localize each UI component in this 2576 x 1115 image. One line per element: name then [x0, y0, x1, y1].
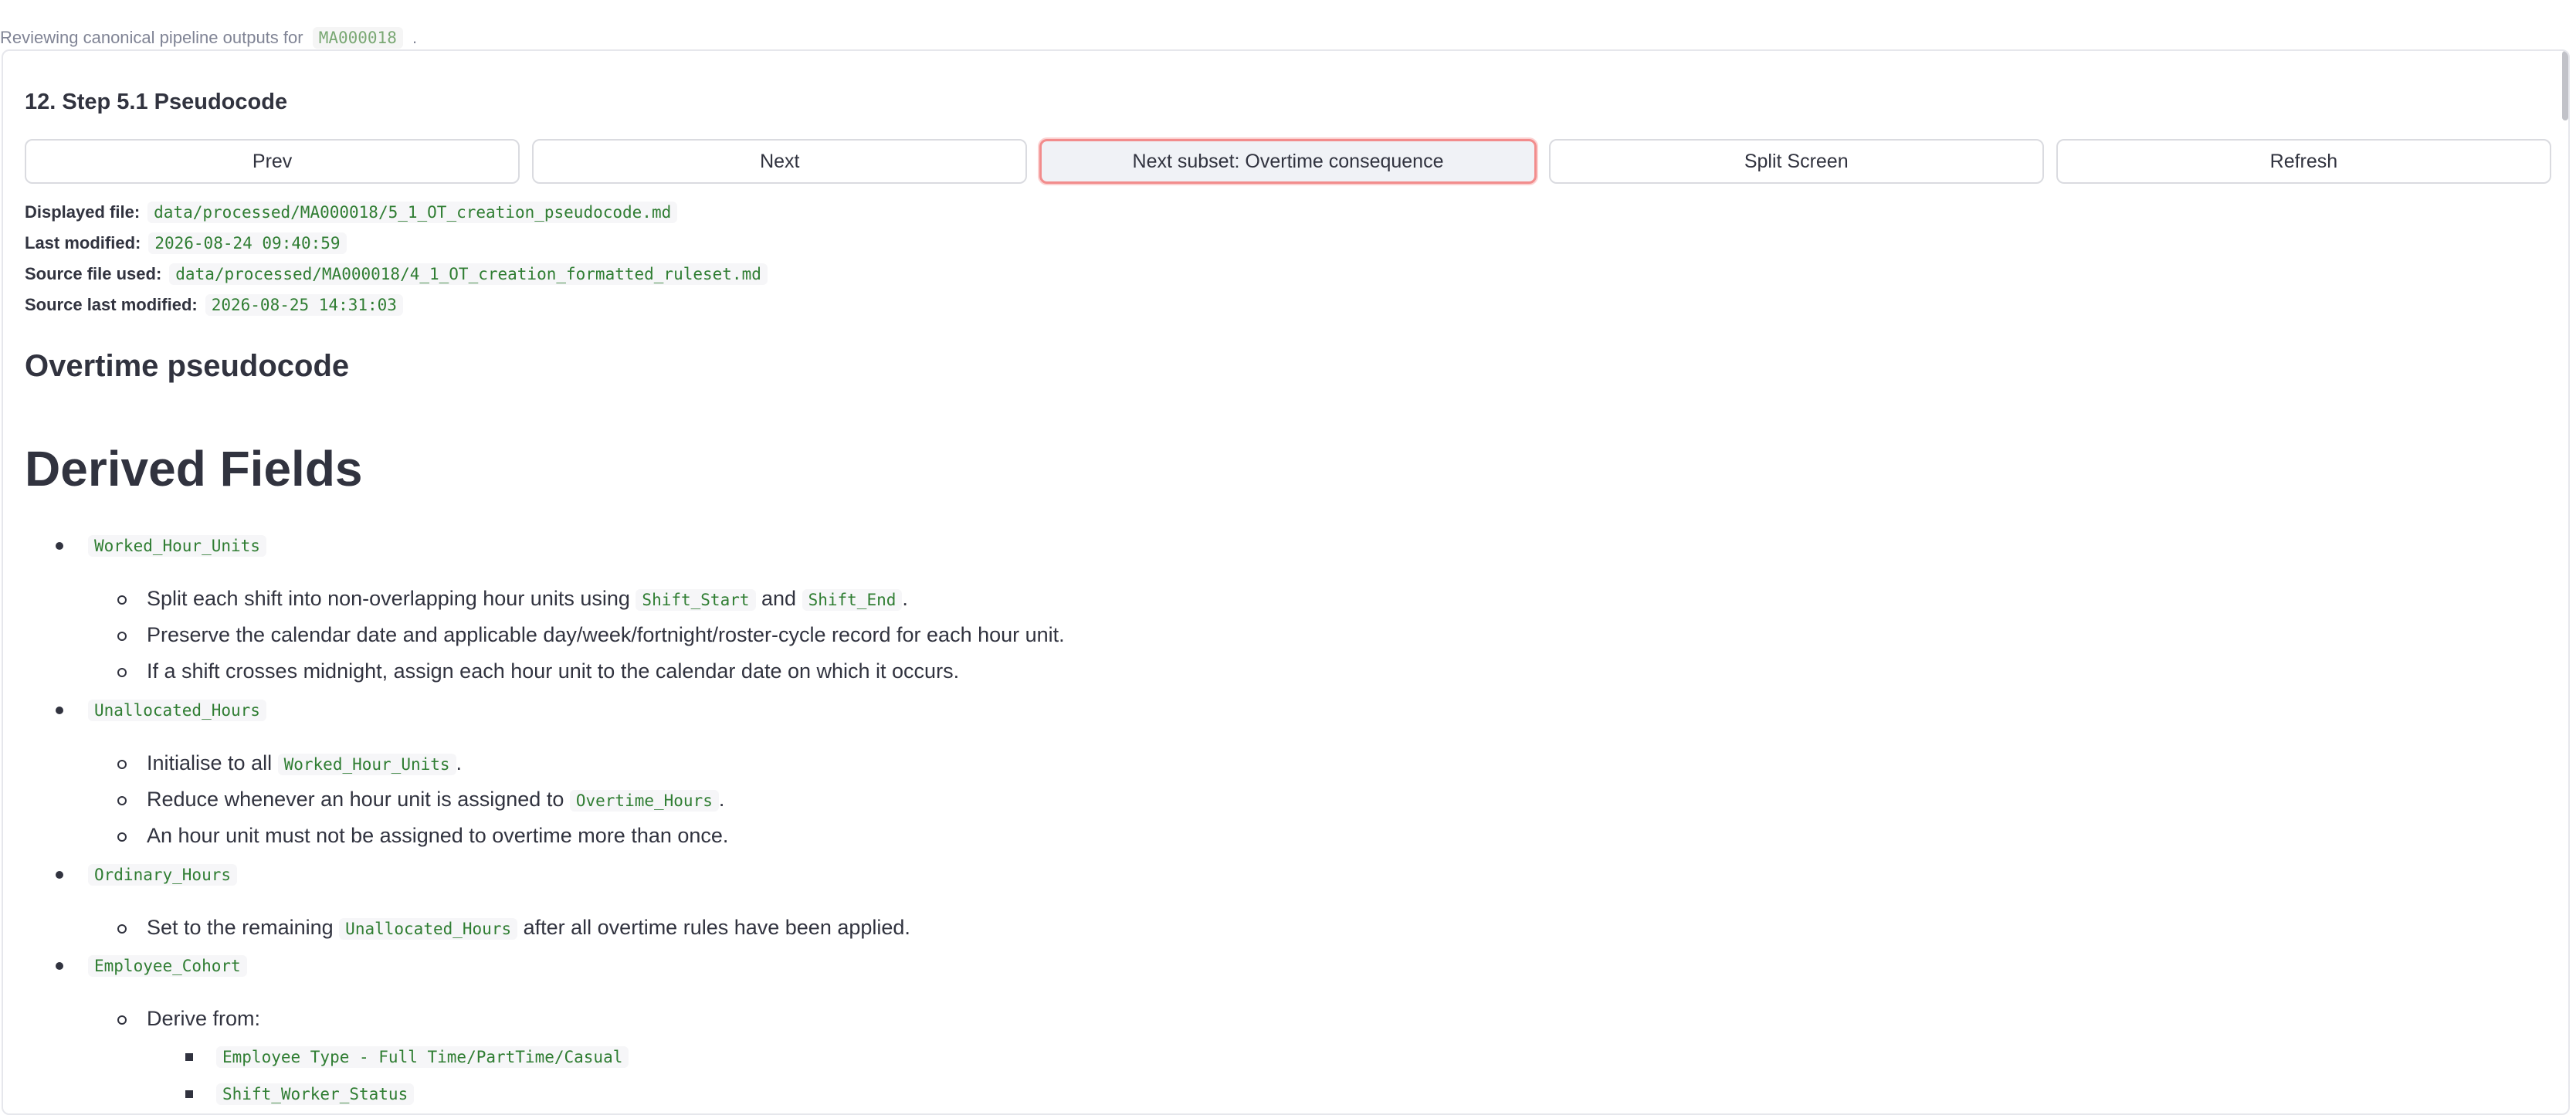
- list-item: Reduce whenever an hour unit is assigned…: [117, 788, 725, 812]
- step-panel: 12. Step 5.1 Pseudocode Prev Next Next s…: [2, 49, 2570, 1115]
- list-item-unallocated-hours: Unallocated_Hours: [56, 697, 266, 721]
- review-context-suffix: .: [412, 28, 418, 47]
- last-modified-label: Last modified:: [25, 233, 141, 252]
- last-modified-value: 2026-08-24 09:40:59: [148, 232, 347, 254]
- navigation-button-row: Prev Next Next subset: Overtime conseque…: [25, 139, 2552, 188]
- list-item-text: Derive from:: [147, 1007, 261, 1030]
- list-item-text: Preserve the calendar date and applicabl…: [147, 623, 1065, 646]
- panel-scrollbar[interactable]: [2562, 51, 2568, 120]
- source-file-row: Source file used: data/processed/MA000018…: [25, 263, 768, 285]
- field-name-code: Shift_End: [802, 589, 903, 611]
- list-item: Set to the remaining Unallocated_Hours a…: [117, 916, 910, 940]
- list-item-text: Reduce whenever an hour unit is assigned…: [147, 788, 564, 811]
- field-name-code: Ordinary_Hours: [88, 864, 238, 886]
- review-context-prefix: Reviewing canonical pipeline outputs for: [0, 28, 303, 47]
- list-item-text: and: [761, 587, 797, 610]
- list-item: Preserve the calendar date and applicabl…: [117, 623, 1065, 647]
- prev-button[interactable]: Prev: [25, 139, 520, 184]
- field-name-code: Overtime_Hours: [569, 790, 719, 812]
- list-item-text: .: [718, 788, 725, 811]
- source-last-modified-row: Source last modified: 2026-08-25 14:31:03: [25, 294, 403, 316]
- field-name-code: Shift_Start: [636, 589, 756, 611]
- list-item-text: Set to the remaining: [147, 916, 334, 939]
- list-item: Employee Type - Full Time/PartTime/Casua…: [185, 1044, 629, 1068]
- step-title: 12. Step 5.1 Pseudocode: [25, 90, 288, 114]
- list-item-text: after all overtime rules have been appli…: [523, 916, 910, 939]
- award-id-code: MA000018: [312, 27, 403, 49]
- displayed-file-path: data/processed/MA000018/5_1_OT_creation_…: [147, 202, 678, 223]
- field-name-code: Shift_Worker_Status: [216, 1083, 415, 1105]
- field-name-code: Employee_Cohort: [88, 955, 247, 977]
- list-item-ordinary-hours: Ordinary_Hours: [55, 862, 238, 886]
- list-item-employee-cohort: Employee_Cohort: [56, 953, 247, 977]
- field-name-code: Employee Type - Full Time/PartTime/Casua…: [216, 1046, 629, 1068]
- next-button[interactable]: Next: [532, 139, 1028, 184]
- list-item-worked-hour-units: Worked_Hour_Units: [56, 533, 266, 557]
- list-item-text: .: [902, 587, 908, 610]
- source-last-modified-label: Source last modified:: [25, 295, 198, 314]
- field-name-code: Worked_Hour_Units: [277, 754, 456, 775]
- list-item: Derive from:: [117, 1007, 261, 1031]
- list-item: Shift_Worker_Status: [185, 1081, 415, 1105]
- list-item: Split each shift into non-overlapping ho…: [117, 587, 908, 611]
- list-item-text: Initialise to all: [147, 751, 273, 774]
- field-name-code: Worked_Hour_Units: [88, 535, 266, 557]
- list-item: If a shift crosses midnight, assign each…: [117, 659, 960, 683]
- list-item: Initialise to all Worked_Hour_Units.: [117, 751, 463, 775]
- split-screen-button[interactable]: Split Screen: [1548, 139, 2044, 184]
- derived-fields-heading: Derived Fields: [25, 441, 363, 496]
- displayed-file-label: Displayed file:: [25, 202, 141, 222]
- list-item-text: Split each shift into non-overlapping ho…: [147, 587, 630, 610]
- refresh-button[interactable]: Refresh: [2056, 139, 2552, 184]
- displayed-file-row: Displayed file: data/processed/MA000018/5…: [25, 202, 678, 223]
- review-context-line: Reviewing canonical pipeline outputs for…: [0, 27, 418, 49]
- pseudocode-heading: Overtime pseudocode: [25, 349, 350, 383]
- list-item-text: .: [456, 751, 463, 774]
- list-item-text: An hour unit must not be assigned to ove…: [147, 824, 729, 847]
- next-subset-button[interactable]: Next subset: Overtime consequence: [1039, 139, 1537, 184]
- source-file-path: data/processed/MA000018/4_1_OT_creation_…: [169, 263, 768, 285]
- last-modified-row: Last modified: 2026-08-24 09:40:59: [25, 232, 347, 254]
- list-item-text: If a shift crosses midnight, assign each…: [147, 659, 960, 683]
- list-item: An hour unit must not be assigned to ove…: [117, 824, 729, 848]
- field-name-code: Unallocated_Hours: [339, 918, 518, 940]
- source-last-modified-value: 2026-08-25 14:31:03: [205, 294, 403, 316]
- field-name-code: Unallocated_Hours: [88, 700, 266, 721]
- source-file-label: Source file used:: [25, 264, 162, 283]
